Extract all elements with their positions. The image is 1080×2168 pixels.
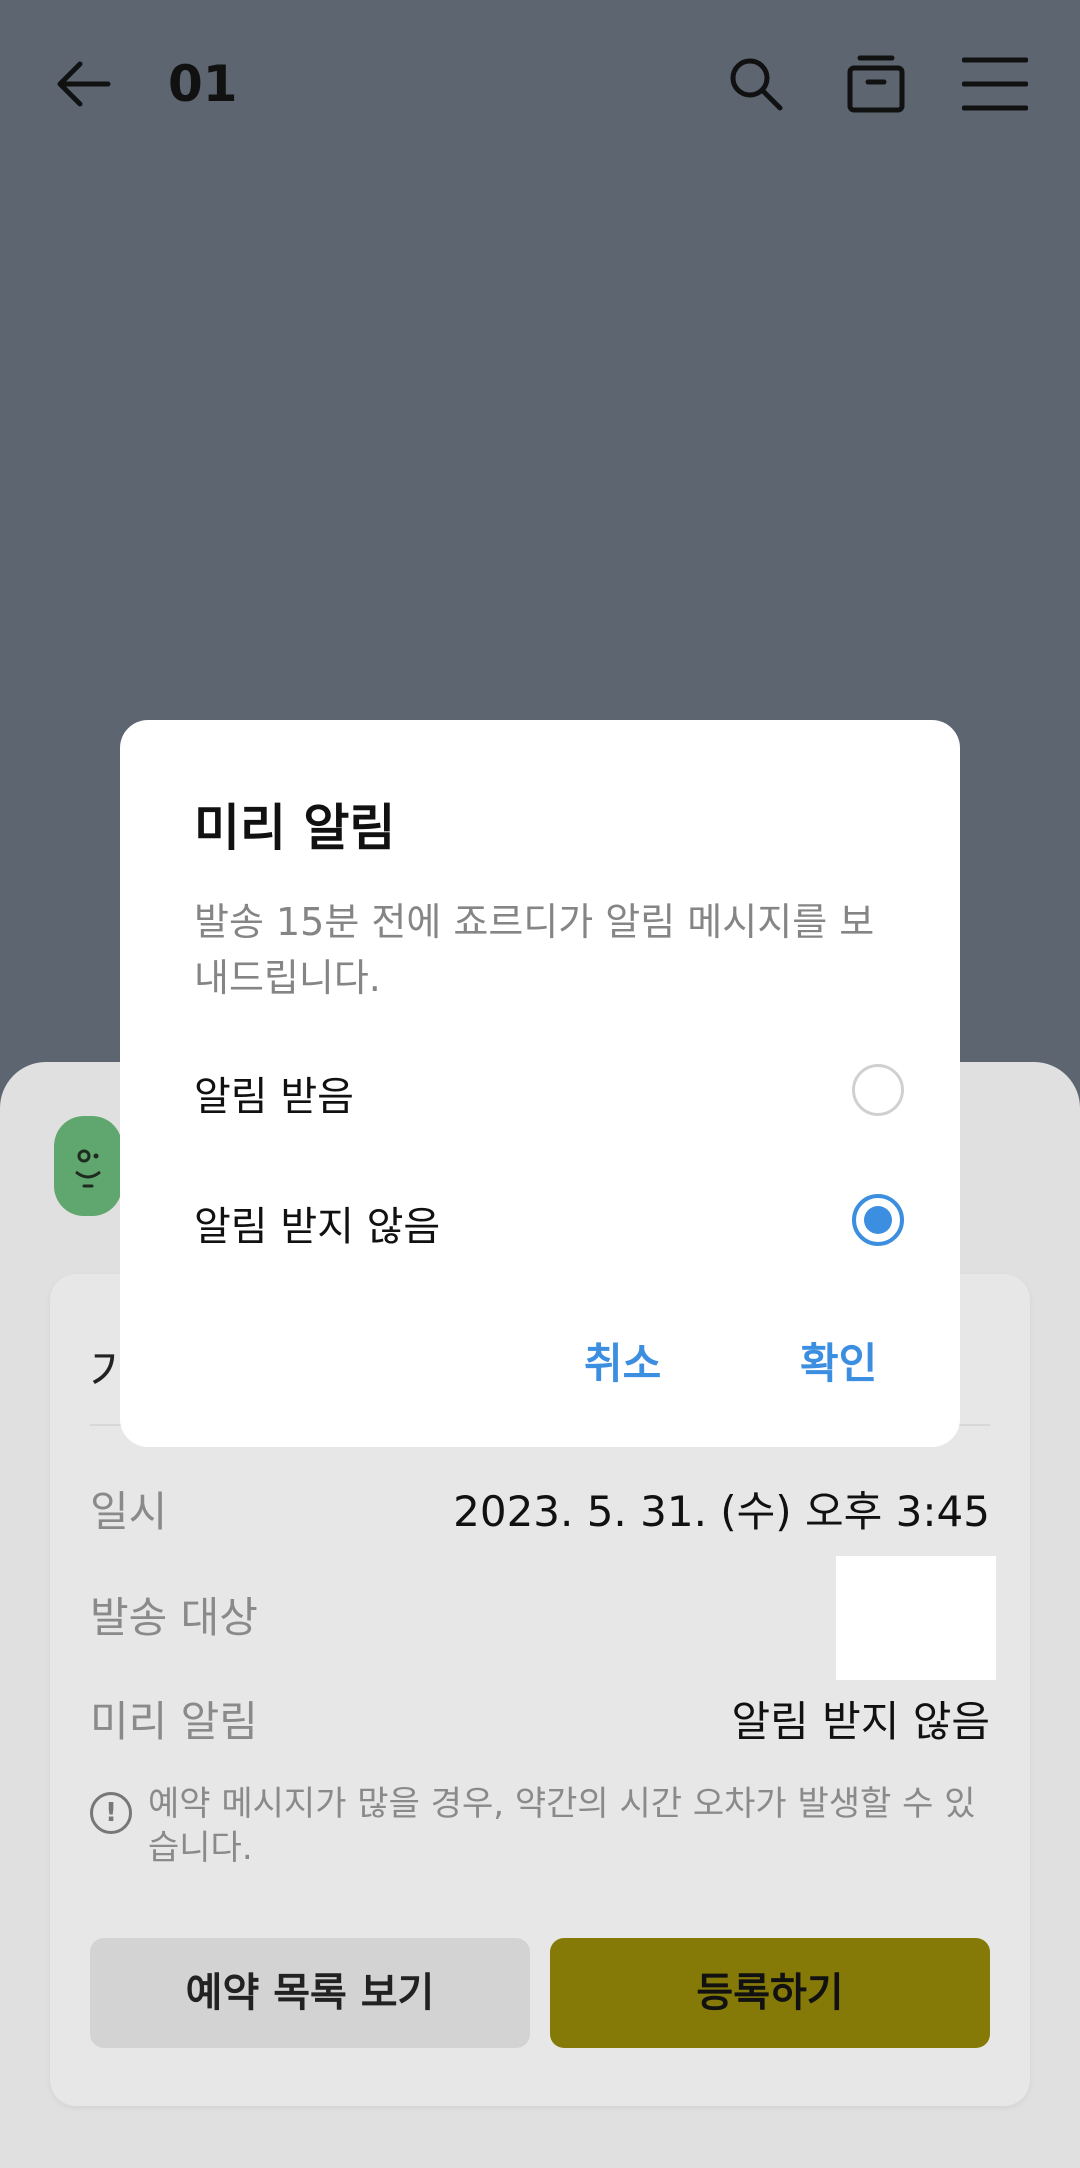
option-not-receive-label: 알림 받지 않음 — [194, 1204, 441, 1250]
option-receive-label: 알림 받음 — [194, 1074, 354, 1120]
reminder-dialog: 미리 알림 발송 15분 전에 죠르디가 알림 메시지를 보내드립니다. 알림 … — [120, 720, 960, 1447]
notice-text: 예약 메시지가 많을 경우, 약간의 시간 오차가 발생할 수 있습니다. — [148, 1784, 976, 1868]
chat-title: 01 — [168, 55, 238, 113]
target-recipient-box[interactable] — [836, 1556, 996, 1680]
box-icon[interactable] — [846, 54, 906, 114]
row-label-datetime: 일시 — [90, 1487, 168, 1536]
register-button[interactable]: 등록하기 — [550, 1938, 990, 2048]
row-value-reminder[interactable]: 알림 받지 않음 — [731, 1688, 990, 1749]
confirm-button[interactable]: 확인 — [800, 1330, 877, 1391]
info-icon: ! — [90, 1792, 132, 1834]
jordy-avatar — [54, 1116, 122, 1216]
option-receive[interactable]: 알림 받음 — [194, 1050, 904, 1130]
menu-icon[interactable] — [962, 56, 1028, 112]
row-value-datetime[interactable]: 2023. 5. 31. (수) 오후 3:45 — [453, 1478, 990, 1539]
row-label-target: 발송 대상 — [90, 1593, 258, 1642]
row-label-reminder: 미리 알림 — [90, 1697, 258, 1746]
reservation-list-button[interactable]: 예약 목록 보기 — [90, 1938, 530, 2048]
dialog-description: 발송 15분 전에 죠르디가 알림 메시지를 보내드립니다. — [194, 900, 875, 1000]
cancel-button[interactable]: 취소 — [584, 1330, 661, 1391]
back-arrow-icon[interactable] — [52, 52, 116, 116]
radio-not-receive[interactable] — [852, 1194, 904, 1246]
option-not-receive[interactable]: 알림 받지 않음 — [194, 1180, 904, 1260]
radio-receive[interactable] — [852, 1064, 904, 1116]
dialog-title: 미리 알림 — [194, 799, 396, 857]
jordy-face-icon — [75, 1149, 101, 1188]
top-bar: 01 — [0, 0, 1080, 170]
search-icon[interactable] — [726, 54, 786, 114]
